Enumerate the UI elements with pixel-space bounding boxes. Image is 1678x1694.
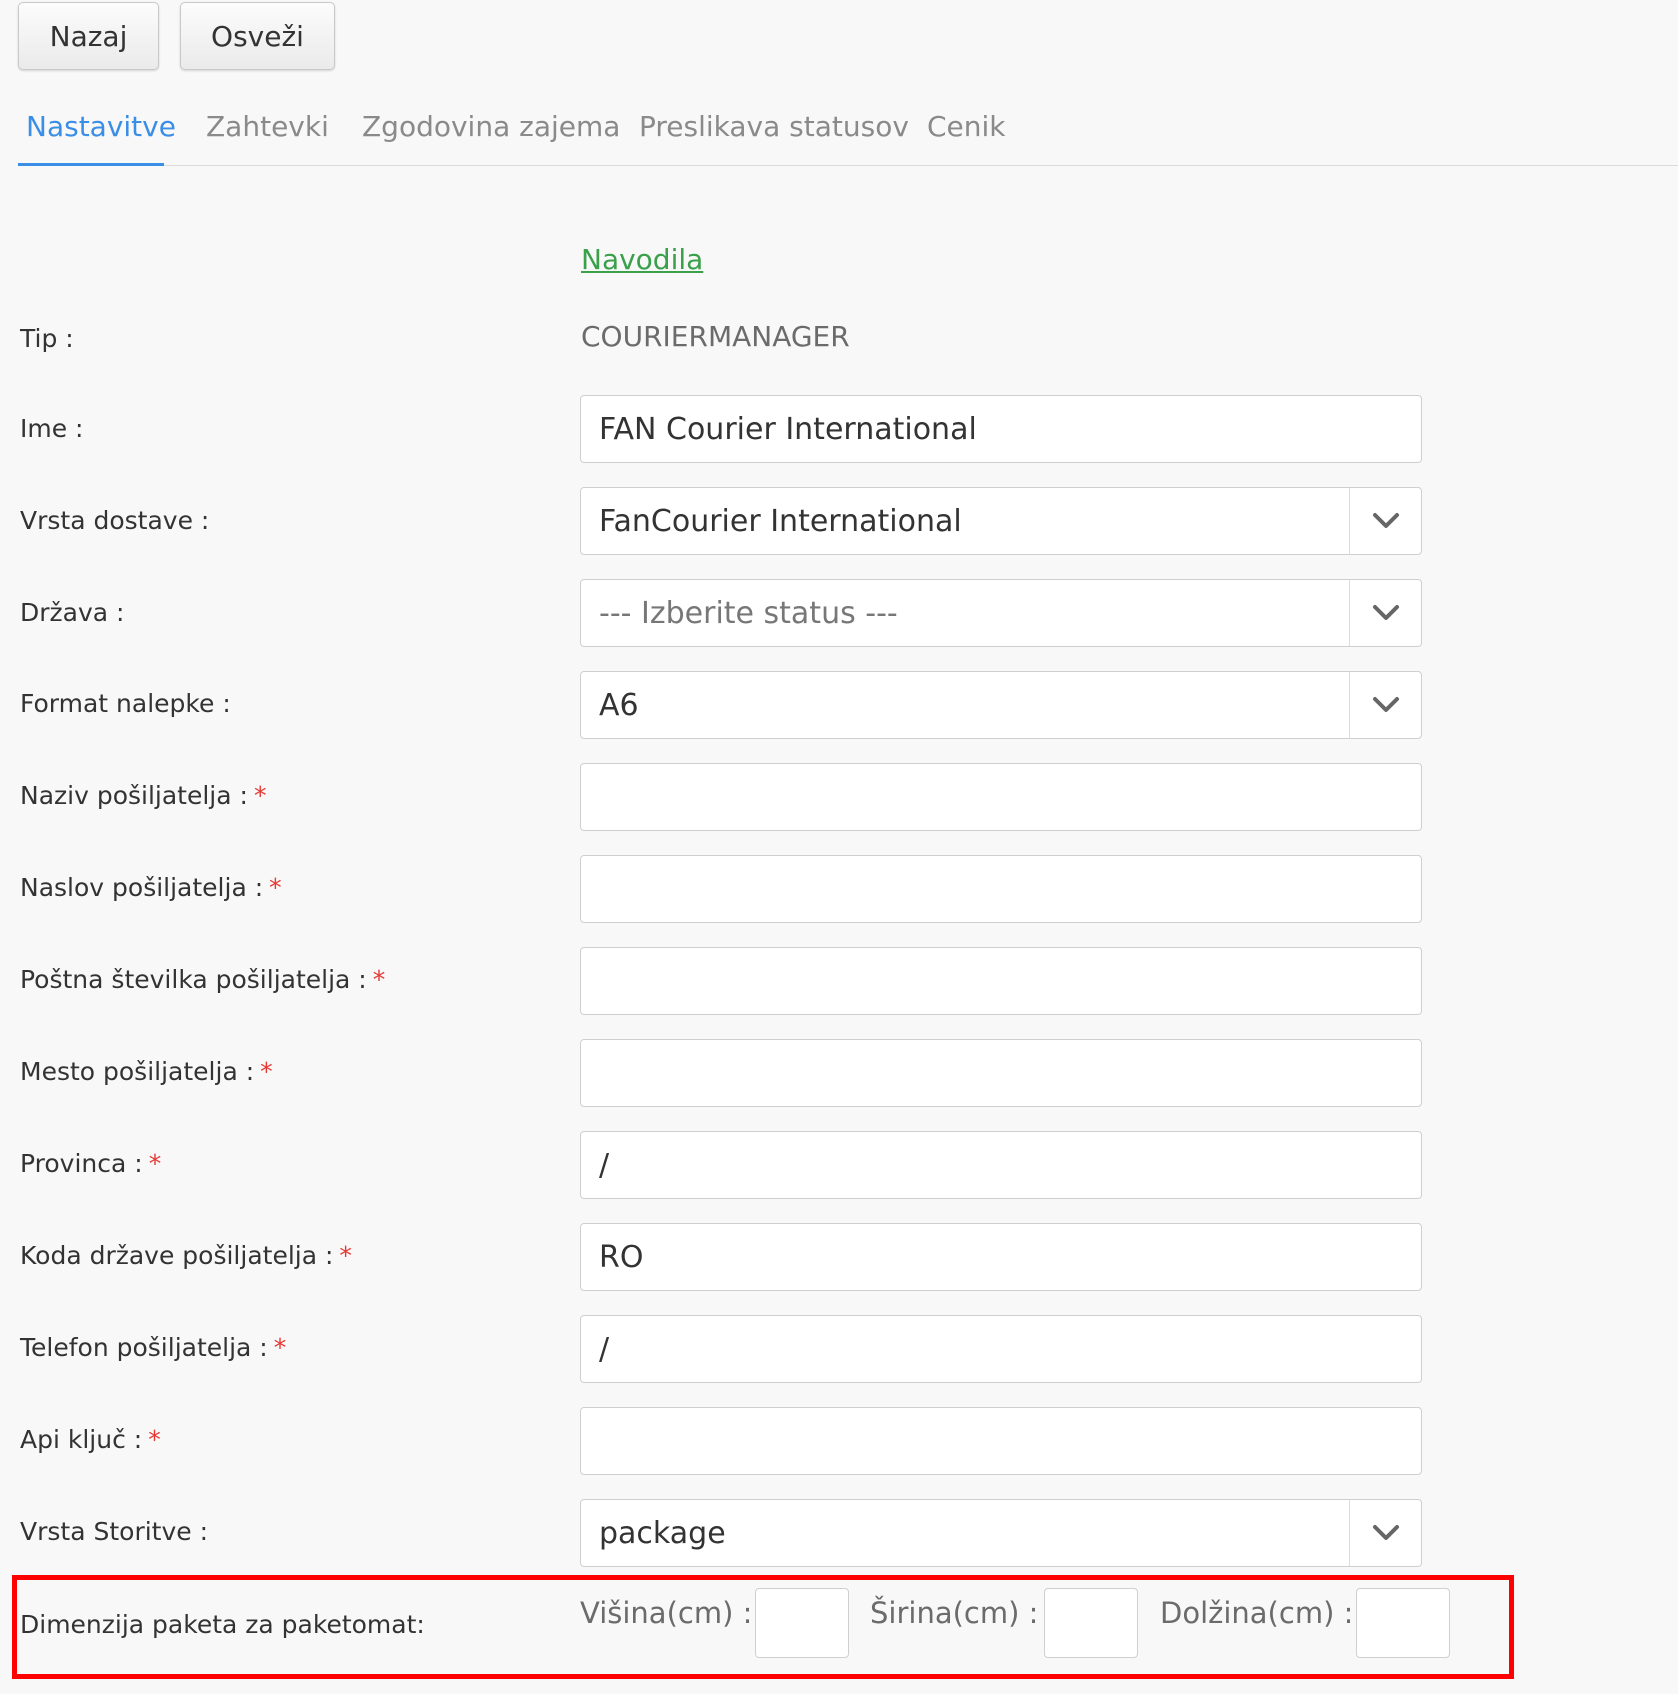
sender-country-code-input[interactable]: RO — [580, 1223, 1422, 1291]
province-label: Provinca : * — [20, 1149, 161, 1178]
required-marker: * — [148, 1425, 161, 1454]
back-button[interactable]: Nazaj — [18, 2, 159, 70]
sender-postcode-label: Poštna številka pošiljatelja : * — [20, 965, 385, 994]
sender-city-label-text: Mesto pošiljatelja : — [20, 1057, 255, 1086]
active-tab-indicator — [18, 163, 164, 166]
sender-country-code-label-text: Koda države pošiljatelja : — [20, 1241, 334, 1270]
province-value: / — [599, 1147, 610, 1183]
country-select[interactable]: --- Izberite status --- — [580, 579, 1422, 647]
required-marker: * — [253, 781, 267, 810]
required-marker: * — [269, 873, 282, 902]
sender-country-code-label: Koda države pošiljatelja : * — [20, 1241, 352, 1270]
tab-capture-history[interactable]: Zgodovina zajema — [362, 110, 620, 143]
service-type-label: Vrsta Storitve : — [20, 1517, 209, 1546]
sender-name-input[interactable] — [580, 763, 1422, 831]
sender-city-input[interactable] — [580, 1039, 1422, 1107]
sender-postcode-input[interactable] — [580, 947, 1422, 1015]
tab-pricelist[interactable]: Cenik — [927, 110, 1006, 143]
required-marker: * — [260, 1057, 273, 1086]
api-key-label: Api ključ : * — [20, 1425, 161, 1454]
sender-country-code-value: RO — [599, 1239, 644, 1275]
delivery-type-value: FanCourier International — [599, 503, 962, 539]
country-label: Država : — [20, 598, 125, 627]
chevron-down-icon[interactable] — [1349, 580, 1421, 646]
sender-phone-label: Telefon pošiljatelja : * — [20, 1333, 286, 1362]
name-input[interactable]: FAN Courier International — [580, 395, 1422, 463]
height-input[interactable] — [755, 1588, 849, 1658]
province-label-text: Provinca : — [20, 1149, 143, 1178]
required-marker: * — [372, 965, 386, 994]
province-input[interactable]: / — [580, 1131, 1422, 1199]
required-marker: * — [339, 1241, 352, 1270]
sender-phone-value: / — [599, 1331, 610, 1367]
delivery-type-select[interactable]: FanCourier International — [580, 487, 1422, 555]
name-input-value: FAN Courier International — [599, 411, 977, 447]
delivery-type-label: Vrsta dostave : — [20, 506, 210, 535]
label-format-select[interactable]: A6 — [580, 671, 1422, 739]
page: Nazaj Osveži Nastavitve Zahtevki Zgodovi… — [0, 0, 1678, 1694]
name-label: Ime : — [20, 414, 84, 443]
required-marker: * — [273, 1333, 287, 1362]
tab-status-mapping[interactable]: Preslikava statusov — [639, 110, 909, 143]
sender-phone-input[interactable]: / — [580, 1315, 1422, 1383]
sender-postcode-label-text: Poštna številka pošiljatelja : — [20, 965, 367, 994]
sender-address-input[interactable] — [580, 855, 1422, 923]
sender-address-label-text: Naslov pošiljatelja : — [20, 873, 264, 902]
width-input[interactable] — [1044, 1588, 1138, 1658]
tab-bar: Nastavitve Zahtevki Zgodovina zajema Pre… — [18, 100, 1678, 166]
sender-city-label: Mesto pošiljatelja : * — [20, 1057, 273, 1086]
chevron-down-icon[interactable] — [1349, 1500, 1421, 1566]
length-input[interactable] — [1356, 1588, 1450, 1658]
type-label: Tip : — [20, 324, 74, 353]
length-label: Dolžina(cm) : — [1160, 1596, 1354, 1630]
tab-settings[interactable]: Nastavitve — [26, 110, 176, 143]
api-key-label-text: Api ključ : — [20, 1425, 143, 1454]
chevron-down-icon[interactable] — [1349, 672, 1421, 738]
width-label: Širina(cm) : — [870, 1596, 1039, 1630]
parcel-dimensions-label: Dimenzija paketa za paketomat: — [20, 1610, 425, 1639]
country-placeholder: --- Izberite status --- — [599, 595, 898, 631]
service-type-value: package — [599, 1515, 726, 1551]
chevron-down-icon[interactable] — [1349, 488, 1421, 554]
height-label: Višina(cm) : — [580, 1596, 753, 1630]
api-key-input[interactable] — [580, 1407, 1422, 1475]
required-marker: * — [148, 1149, 162, 1178]
label-format-label: Format nalepke : — [20, 689, 231, 718]
type-value: COURIERMANAGER — [581, 320, 850, 353]
label-format-value: A6 — [599, 687, 639, 723]
sender-address-label: Naslov pošiljatelja : * — [20, 873, 282, 902]
sender-name-label-text: Naziv pošiljatelja : — [20, 781, 248, 810]
sender-name-label: Naziv pošiljatelja : * — [20, 781, 266, 810]
refresh-button[interactable]: Osveži — [180, 2, 335, 70]
service-type-select[interactable]: package — [580, 1499, 1422, 1567]
tab-requests[interactable]: Zahtevki — [206, 110, 329, 143]
sender-phone-label-text: Telefon pošiljatelja : — [20, 1333, 268, 1362]
instructions-link[interactable]: Navodila — [581, 243, 703, 276]
